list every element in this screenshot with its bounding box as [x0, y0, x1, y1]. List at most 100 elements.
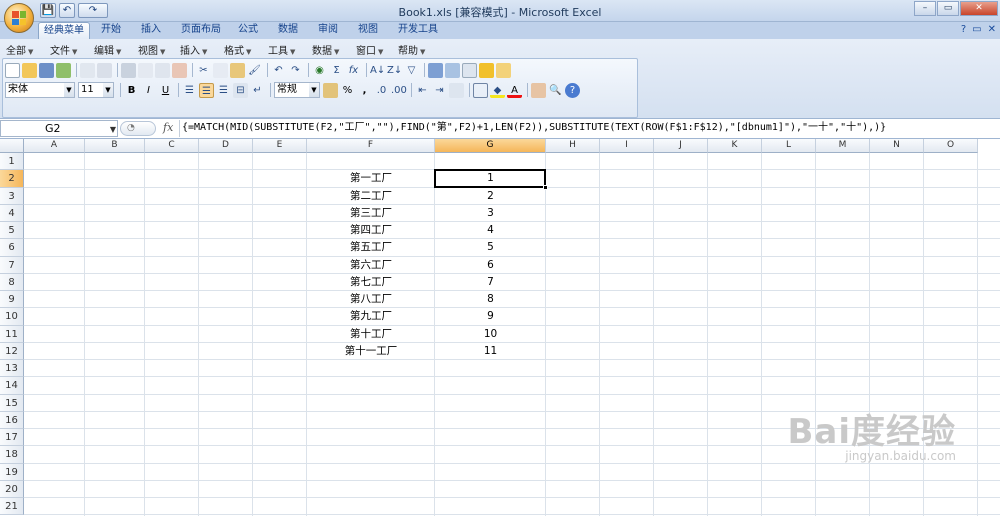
help-icon[interactable]: ?: [565, 82, 580, 98]
row-header-9[interactable]: 9: [0, 291, 24, 309]
cut-icon[interactable]: ✂: [196, 63, 211, 78]
cell-f12[interactable]: 第十一工厂: [307, 343, 435, 360]
menu-data[interactable]: 数据 ▼: [312, 42, 339, 57]
preview-icon[interactable]: [138, 62, 153, 78]
row-header-17[interactable]: 17: [0, 429, 24, 447]
chart-icon[interactable]: [428, 62, 443, 78]
format-cells-icon[interactable]: [531, 82, 546, 98]
close-button[interactable]: ✕: [960, 1, 998, 16]
tab-formulas[interactable]: 公式: [234, 22, 262, 39]
cell-g8[interactable]: 7: [435, 274, 546, 291]
font-name-select[interactable]: 宋体 ▼: [5, 82, 75, 98]
menu-window[interactable]: 窗口 ▼: [356, 42, 383, 57]
row-header-21[interactable]: 21: [0, 498, 24, 516]
borders-icon[interactable]: [473, 82, 488, 98]
font-size-select[interactable]: 11 ▼: [78, 82, 114, 98]
research-icon[interactable]: [172, 62, 187, 78]
cell-f3[interactable]: 第二工厂: [307, 188, 435, 205]
cell-g11[interactable]: 10: [435, 326, 546, 343]
menu-view[interactable]: 视图 ▼: [138, 42, 165, 57]
cell-f2[interactable]: 第一工厂: [307, 170, 435, 187]
wrap-text-icon[interactable]: ↵: [250, 83, 265, 98]
autosum-icon[interactable]: Σ: [329, 63, 344, 78]
comma-style-button[interactable]: ,: [357, 83, 372, 98]
copy-icon[interactable]: [213, 62, 228, 78]
cell-styles-icon[interactable]: [449, 82, 464, 98]
row-header-5[interactable]: 5: [0, 222, 24, 240]
fill-handle[interactable]: [543, 184, 548, 190]
sort-descending-icon[interactable]: Z↓: [387, 63, 402, 78]
ribbon-restore-icon[interactable]: ▭: [972, 24, 981, 35]
row-header-3[interactable]: 3: [0, 187, 24, 205]
fill-color-icon[interactable]: ◆: [490, 83, 505, 98]
spelling-icon[interactable]: [155, 62, 170, 78]
tab-classic-menu[interactable]: 经典菜单: [38, 22, 90, 39]
column-header-m[interactable]: M: [816, 139, 870, 153]
row-header-8[interactable]: 8: [0, 273, 24, 291]
align-left-icon[interactable]: ☰: [182, 83, 197, 98]
drawing-icon[interactable]: [445, 62, 460, 78]
column-header-d[interactable]: D: [199, 139, 253, 153]
permission-icon[interactable]: [56, 62, 71, 78]
folder-icon[interactable]: [496, 62, 511, 78]
column-header-j[interactable]: J: [654, 139, 708, 153]
menu-edit[interactable]: 编辑 ▼: [94, 42, 121, 57]
font-color-button[interactable]: A: [507, 83, 522, 98]
zoom-icon[interactable]: 🔍: [548, 83, 563, 98]
merge-center-icon[interactable]: ⊟: [233, 82, 248, 98]
increase-indent-icon[interactable]: ⇥: [432, 83, 447, 98]
row-header-20[interactable]: 20: [0, 480, 24, 498]
decrease-decimal-icon[interactable]: .00: [391, 83, 407, 98]
decrease-indent-icon[interactable]: ⇤: [415, 83, 430, 98]
formula-bar-buttons[interactable]: ◔: [120, 121, 156, 136]
underline-button[interactable]: U: [158, 83, 173, 98]
minimize-button[interactable]: –: [914, 1, 936, 16]
save-icon[interactable]: [39, 62, 54, 78]
row-header-12[interactable]: 12: [0, 342, 24, 360]
cell-f4[interactable]: 第三工厂: [307, 205, 435, 222]
row-header-10[interactable]: 10: [0, 308, 24, 326]
align-right-icon[interactable]: ☰: [216, 83, 231, 98]
currency-icon[interactable]: [323, 82, 338, 98]
cell-f11[interactable]: 第十工厂: [307, 326, 435, 343]
row-header-13[interactable]: 13: [0, 360, 24, 378]
ribbon-close-icon[interactable]: ✕: [988, 24, 996, 35]
row-header-16[interactable]: 16: [0, 411, 24, 429]
undo-icon[interactable]: ↶: [271, 63, 286, 78]
cell-f5[interactable]: 第四工厂: [307, 222, 435, 239]
format-painter-icon[interactable]: 🖌: [247, 63, 262, 78]
print-preview-icon[interactable]: [97, 62, 112, 78]
menu-tools[interactable]: 工具 ▼: [268, 42, 295, 57]
column-header-a[interactable]: A: [24, 139, 85, 153]
cell-f6[interactable]: 第五工厂: [307, 239, 435, 256]
cell-g6[interactable]: 5: [435, 239, 546, 256]
tab-review[interactable]: 审阅: [314, 22, 342, 39]
cell-g3[interactable]: 2: [435, 188, 546, 205]
cell-g9[interactable]: 8: [435, 291, 546, 308]
column-header-n[interactable]: N: [870, 139, 924, 153]
number-format-select[interactable]: 常规 ▼: [274, 82, 320, 98]
column-header-e[interactable]: E: [253, 139, 307, 153]
cell-g5[interactable]: 4: [435, 222, 546, 239]
row-header-19[interactable]: 19: [0, 463, 24, 481]
row-header-14[interactable]: 14: [0, 377, 24, 395]
column-header-b[interactable]: B: [85, 139, 145, 153]
increase-decimal-icon[interactable]: .0: [374, 83, 389, 98]
paste-icon[interactable]: [230, 62, 245, 78]
table-icon[interactable]: [462, 62, 477, 78]
italic-button[interactable]: I: [141, 83, 156, 98]
percent-button[interactable]: %: [340, 83, 355, 98]
cell-f7[interactable]: 第六工厂: [307, 257, 435, 274]
cell-g12[interactable]: 11: [435, 343, 546, 360]
open-folder-icon[interactable]: [22, 62, 37, 78]
row-header-4[interactable]: 4: [0, 204, 24, 222]
row-header-1[interactable]: 1: [0, 153, 24, 171]
cell-f10[interactable]: 第九工厂: [307, 308, 435, 325]
column-header-k[interactable]: K: [708, 139, 762, 153]
menu-format[interactable]: 格式 ▼: [224, 42, 251, 57]
tab-view[interactable]: 视图: [354, 22, 382, 39]
tab-data[interactable]: 数据: [274, 22, 302, 39]
sort-ascending-icon[interactable]: A↓: [370, 63, 385, 78]
insert-function-button[interactable]: fx: [163, 121, 173, 134]
restore-button[interactable]: ▭: [937, 1, 959, 16]
